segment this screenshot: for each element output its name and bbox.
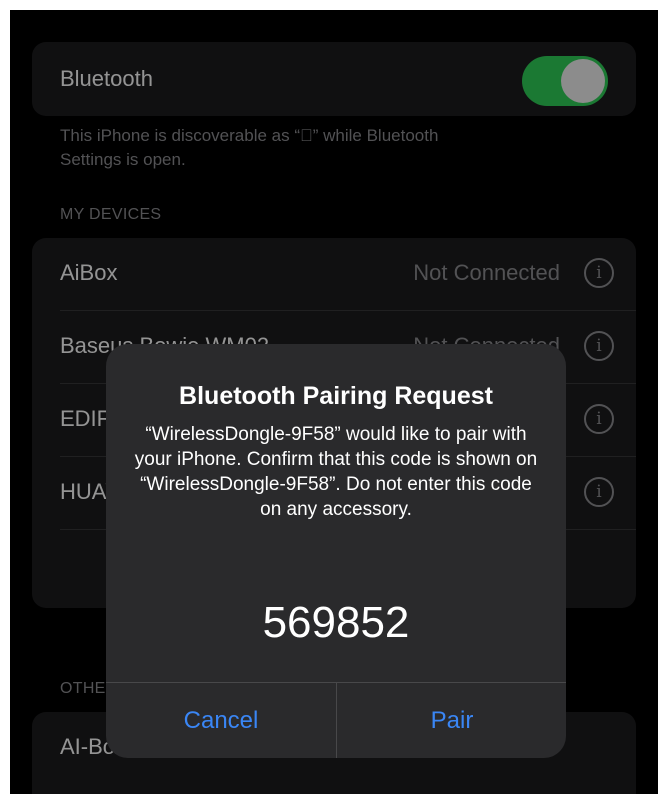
pairing-request-dialog: Bluetooth Pairing Request “WirelessDongl…	[106, 344, 566, 758]
bluetooth-settings-screen: Bluetooth This iPhone is discoverable as…	[10, 10, 658, 794]
cancel-button[interactable]: Cancel	[106, 683, 336, 758]
dialog-title: Bluetooth Pairing Request	[179, 382, 493, 410]
dialog-message: “WirelessDongle-9F58” would like to pair…	[134, 424, 538, 520]
pairing-code: 569852	[262, 598, 410, 647]
pair-button[interactable]: Pair	[337, 683, 566, 758]
